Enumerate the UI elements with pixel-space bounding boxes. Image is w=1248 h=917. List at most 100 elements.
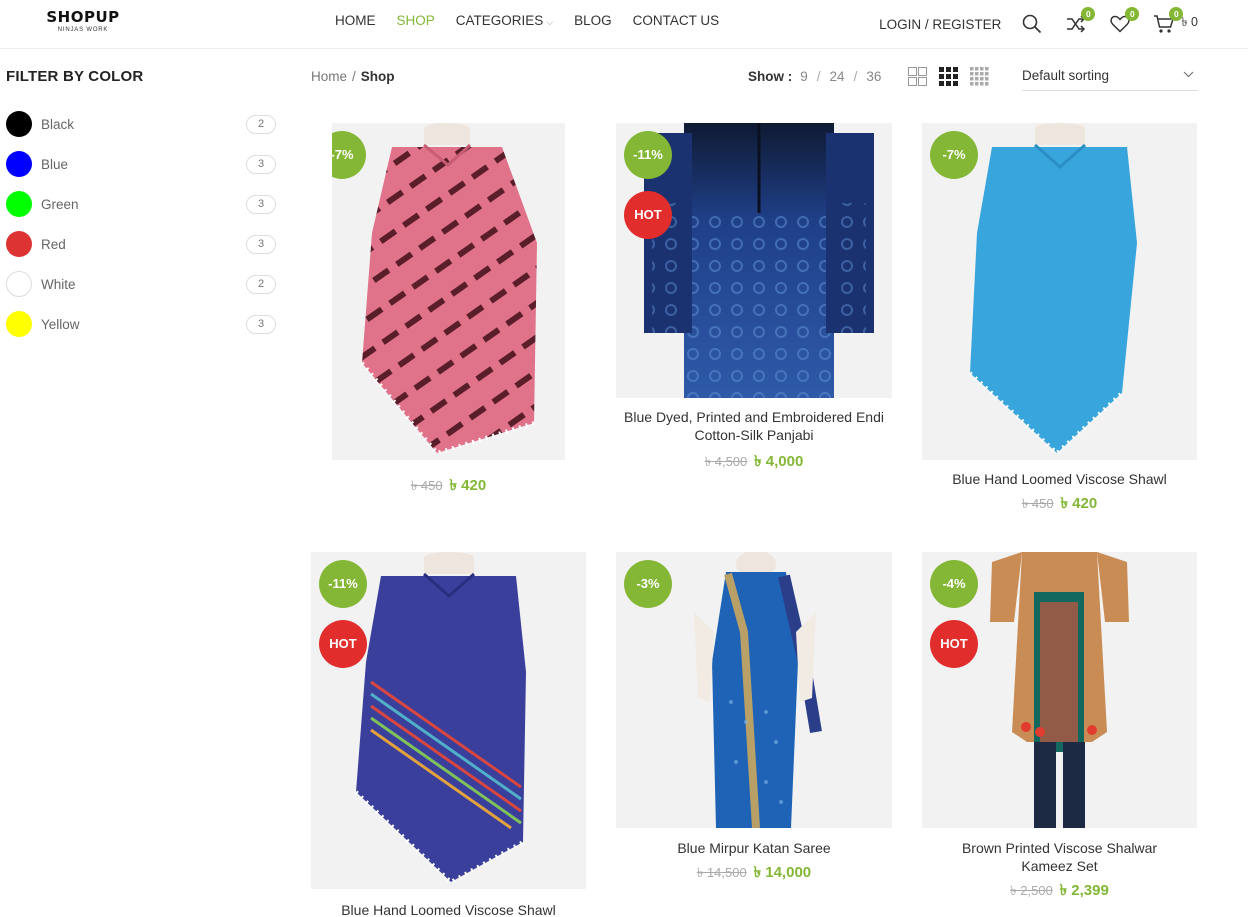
product-price: ৳ 450 ৳ 420 bbox=[922, 492, 1197, 517]
product-title[interactable]: Blue Hand Loomed Viscose Shawl bbox=[922, 470, 1197, 488]
color-count: 3 bbox=[246, 194, 276, 214]
nav-blog[interactable]: BLOG bbox=[574, 13, 612, 28]
breadcrumb: Home / Shop bbox=[311, 69, 395, 84]
color-label: White bbox=[41, 276, 76, 292]
site-header: SHOPUP NINJAS WORK HOME SHOP CATEGORIES ⌵… bbox=[0, 0, 1248, 49]
old-price: ৳ 450 bbox=[410, 478, 443, 493]
product-title[interactable]: Blue Hand Loomed Viscose Shawl bbox=[311, 901, 586, 917]
color-swatch bbox=[6, 271, 32, 297]
wishlist-button[interactable]: 0 bbox=[1109, 7, 1140, 35]
product-image[interactable]: -7% bbox=[332, 123, 565, 460]
cart-total[interactable]: ৳ 0 bbox=[1181, 14, 1198, 34]
color-label: Blue bbox=[41, 156, 69, 172]
color-filter-black[interactable]: Black 2 bbox=[6, 111, 276, 137]
color-filter-blue[interactable]: Blue 3 bbox=[6, 151, 276, 177]
site-logo[interactable]: SHOPUP NINJAS WORK bbox=[31, 9, 135, 35]
product-price: ৳ 14,500 ৳ 14,000 bbox=[616, 861, 892, 886]
grid-2-icon[interactable] bbox=[908, 67, 927, 86]
new-price: ৳ 14,000 bbox=[753, 864, 812, 881]
old-price: ৳ 4,500 bbox=[704, 454, 748, 469]
product-title[interactable]: Brown Printed Viscose Shalwar Kameez Set bbox=[922, 839, 1197, 875]
product-image[interactable]: -11% HOT bbox=[616, 123, 892, 398]
color-filter-green[interactable]: Green 3 bbox=[6, 191, 276, 217]
logo-tagline: NINJAS WORK bbox=[57, 27, 109, 33]
show-label: Show : bbox=[748, 69, 793, 84]
color-filter-red[interactable]: Red 3 bbox=[6, 231, 276, 257]
color-count: 3 bbox=[246, 234, 276, 254]
product-price: ৳ 2,500 ৳ 2,399 bbox=[922, 879, 1197, 904]
color-filter-list: Black 2 Blue 3 Green 3 Red 3 White 2 Yel… bbox=[6, 111, 276, 337]
logo-text: SHOPUP bbox=[46, 8, 120, 26]
color-swatch bbox=[6, 231, 32, 257]
nav-home[interactable]: HOME bbox=[335, 13, 376, 28]
product-card[interactable]: -11% HOT Blue Hand Loomed Viscose Shawl bbox=[311, 552, 586, 917]
old-price: ৳ 450 bbox=[1021, 496, 1054, 511]
product-image[interactable]: -4% HOT bbox=[922, 552, 1197, 828]
breadcrumb-home[interactable]: Home bbox=[311, 69, 347, 84]
header-actions: LOGIN / REGISTER 0 0 0 ৳ 0 bbox=[879, 7, 1198, 35]
product-card[interactable]: -11% HOT Blue Dyed, Printed and Embroide… bbox=[616, 123, 892, 475]
color-swatch bbox=[6, 311, 32, 337]
product-card[interactable]: -4% HOT Brown Printed Viscose Shalwar Ka… bbox=[922, 552, 1197, 904]
show-36-option[interactable]: 36 bbox=[866, 69, 881, 84]
nav-shop[interactable]: SHOP bbox=[397, 13, 435, 28]
filter-title: FILTER BY COLOR bbox=[6, 68, 144, 85]
show-9-option[interactable]: 9 bbox=[800, 69, 808, 84]
product-image[interactable]: -11% HOT bbox=[311, 552, 586, 889]
show-24-option[interactable]: 24 bbox=[830, 69, 845, 84]
new-price: ৳ 420 bbox=[1060, 495, 1098, 512]
new-price: ৳ 420 bbox=[449, 477, 487, 494]
new-price: ৳ 4,000 bbox=[754, 453, 804, 470]
discount-badge: -7% bbox=[930, 131, 978, 179]
chevron-down-icon bbox=[1183, 71, 1194, 78]
product-card[interactable]: -7% ৳ 450 ৳ 420 bbox=[332, 123, 565, 499]
product-card[interactable]: -3% Blue Mirpur Katan Saree ৳ 14,500 ৳ 1… bbox=[616, 552, 892, 886]
new-price: ৳ 2,399 bbox=[1059, 882, 1109, 899]
old-price: ৳ 2,500 bbox=[1010, 883, 1053, 898]
hot-badge: HOT bbox=[624, 191, 672, 239]
grid-3-icon[interactable] bbox=[939, 67, 958, 86]
nav-categories[interactable]: CATEGORIES ⌵ bbox=[456, 13, 553, 28]
compare-count-badge: 0 bbox=[1081, 7, 1096, 21]
product-image[interactable]: -7% bbox=[922, 123, 1197, 460]
sorting-select[interactable]: Default sorting bbox=[1022, 64, 1198, 91]
color-filter-white[interactable]: White 2 bbox=[6, 271, 276, 297]
color-swatch bbox=[6, 191, 32, 217]
old-price: ৳ 14,500 bbox=[696, 865, 747, 880]
chevron-down-icon: ⌵ bbox=[546, 17, 554, 27]
compare-button[interactable]: 0 bbox=[1065, 7, 1096, 35]
color-label: Black bbox=[41, 116, 75, 132]
breadcrumb-separator: / bbox=[352, 69, 356, 84]
product-title[interactable]: Blue Mirpur Katan Saree bbox=[616, 839, 892, 857]
wishlist-count-badge: 0 bbox=[1125, 7, 1140, 21]
color-count: 3 bbox=[246, 314, 276, 334]
cart-button[interactable]: 0 bbox=[1153, 7, 1184, 35]
product-title[interactable]: Blue Dyed, Printed and Embroidered Endi … bbox=[616, 408, 892, 444]
nav-categories-label: CATEGORIES bbox=[455, 13, 544, 28]
sidebar-filter: FILTER BY COLOR Black 2 Blue 3 Green 3 R… bbox=[6, 68, 276, 351]
sorting-label: Default sorting bbox=[1022, 68, 1110, 83]
product-price: ৳ 4,500 ৳ 4,000 bbox=[616, 450, 892, 475]
main-nav: HOME SHOP CATEGORIES ⌵ BLOG CONTACT US bbox=[335, 13, 740, 28]
view-switcher bbox=[908, 67, 989, 86]
nav-contact[interactable]: CONTACT US bbox=[633, 13, 720, 28]
discount-badge: -4% bbox=[930, 560, 978, 608]
color-swatch bbox=[6, 151, 32, 177]
show-separator: / bbox=[816, 69, 821, 84]
breadcrumb-current: Shop bbox=[360, 69, 395, 84]
discount-badge: -11% bbox=[624, 131, 672, 179]
product-image[interactable]: -3% bbox=[616, 552, 892, 828]
discount-badge: -3% bbox=[624, 560, 672, 608]
color-label: Red bbox=[41, 236, 66, 252]
login-register-link[interactable]: LOGIN / REGISTER bbox=[879, 17, 1001, 32]
product-price: ৳ 450 ৳ 420 bbox=[332, 474, 565, 499]
color-filter-yellow[interactable]: Yellow 3 bbox=[6, 311, 276, 337]
color-label: Yellow bbox=[41, 316, 80, 332]
hot-badge: HOT bbox=[930, 620, 978, 668]
hot-badge: HOT bbox=[319, 620, 367, 668]
color-count: 2 bbox=[246, 274, 276, 294]
grid-4-icon[interactable] bbox=[970, 67, 989, 86]
search-icon[interactable] bbox=[1021, 13, 1043, 35]
discount-badge: -11% bbox=[319, 560, 367, 608]
product-card[interactable]: -7% Blue Hand Loomed Viscose Shawl ৳ 450… bbox=[922, 123, 1197, 517]
